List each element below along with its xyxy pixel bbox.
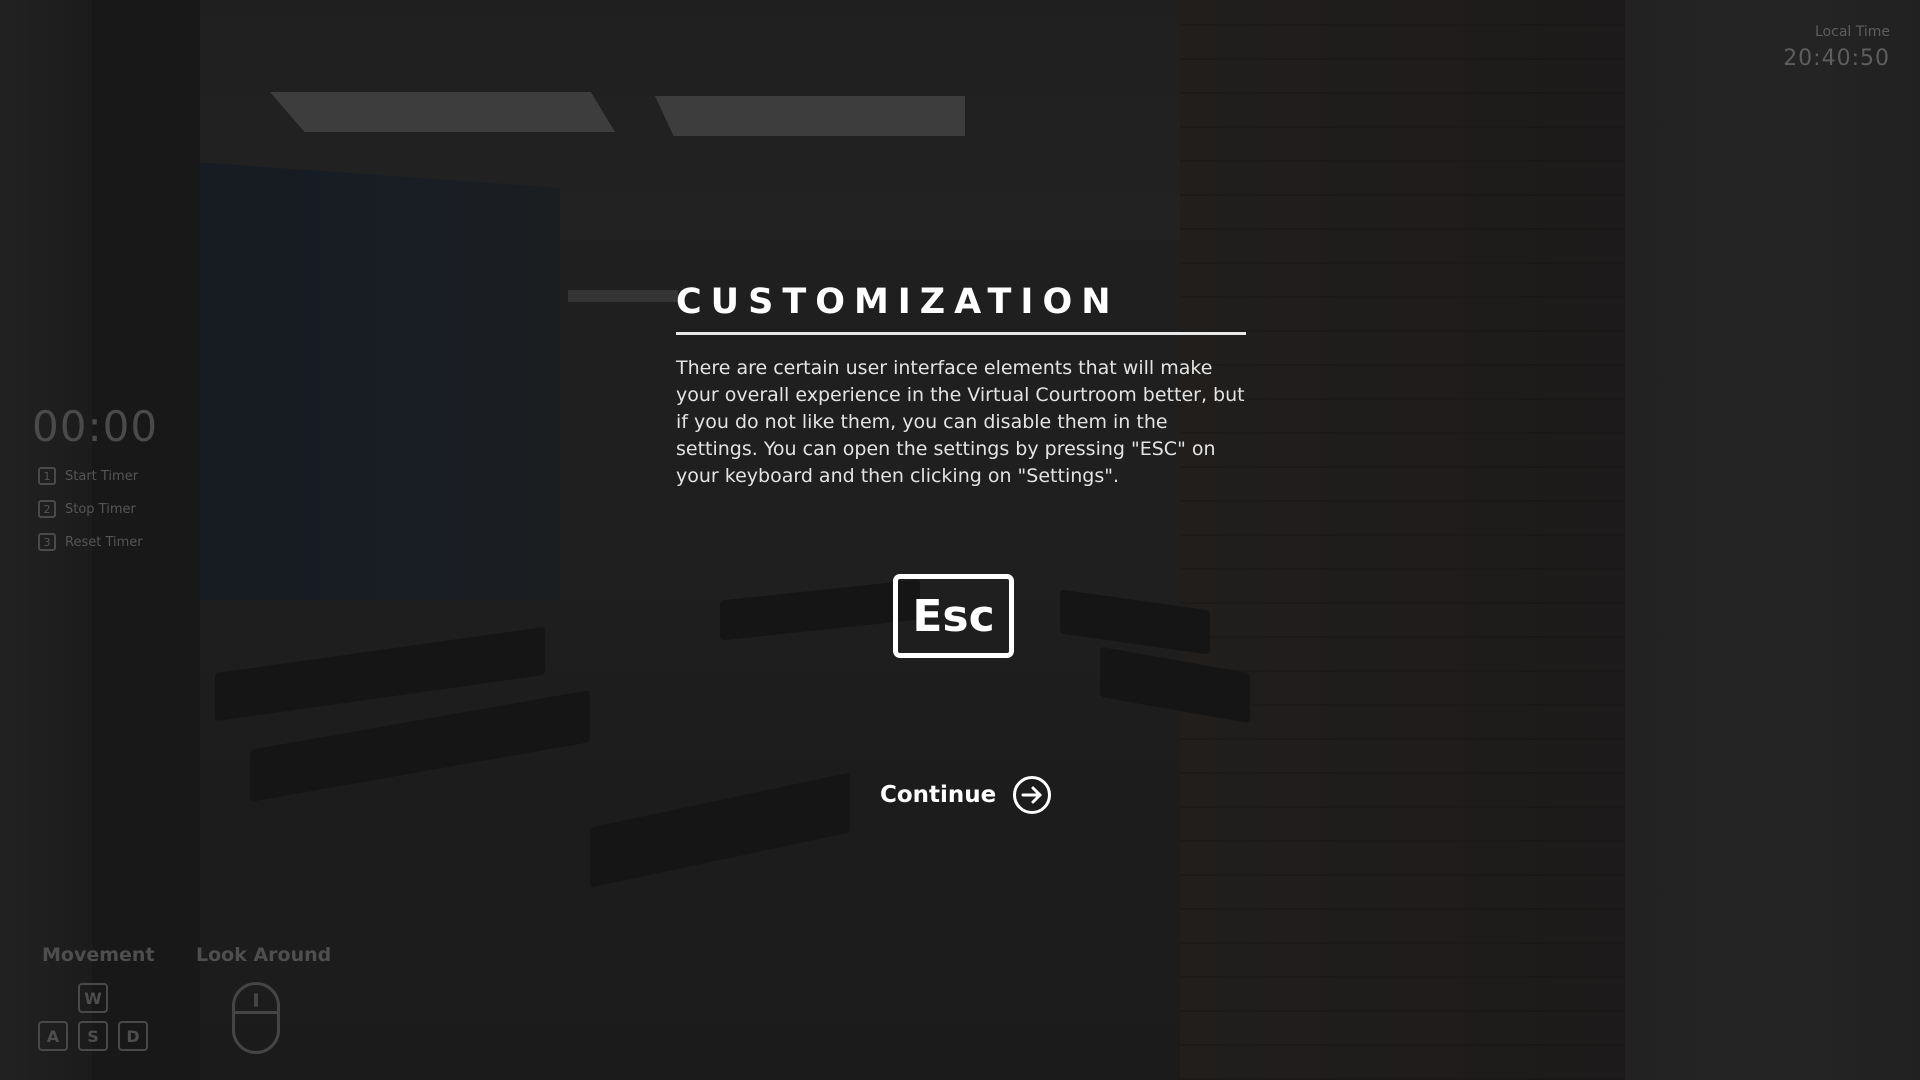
d-key-icon: D (118, 1021, 148, 1051)
timer-control-label: Reset Timer (65, 534, 143, 550)
arrow-right-circle-icon (1013, 776, 1052, 814)
title-divider (676, 332, 1246, 335)
mouse-icon (232, 982, 280, 1054)
customization-dialog: CUSTOMIZATION There are certain user int… (676, 282, 1246, 490)
continue-label: Continue (880, 782, 997, 808)
a-key-icon: A (38, 1021, 68, 1051)
look-around-label: Look Around (196, 944, 332, 966)
movement-label: Movement (42, 944, 155, 966)
key-3-icon: 3 (38, 533, 56, 551)
timer-control-label: Start Timer (65, 468, 139, 484)
dialog-title: CUSTOMIZATION (676, 282, 1120, 322)
dialog-body: There are certain user interface element… (676, 357, 1245, 487)
game-screen: Local Time 20:40:50 00:00 1 Start Timer … (0, 0, 1920, 1080)
timer-control-label: Stop Timer (65, 501, 136, 517)
timer-control-stop: 2 Stop Timer (38, 497, 143, 521)
key-2-icon: 2 (38, 500, 56, 518)
continue-button[interactable]: Continue (880, 774, 1052, 816)
w-key-icon: W (78, 983, 108, 1013)
local-time-value: 20:40:50 (1783, 46, 1890, 71)
timer-control-start: 1 Start Timer (38, 464, 143, 488)
local-time-label: Local Time (1815, 24, 1890, 40)
esc-key-icon: Esc (893, 574, 1014, 658)
timer-control-reset: 3 Reset Timer (38, 530, 143, 554)
key-1-icon: 1 (38, 467, 56, 485)
s-key-icon: S (78, 1021, 108, 1051)
timer-controls: 1 Start Timer 2 Stop Timer 3 Reset Timer (38, 464, 143, 563)
timer-display: 00:00 (32, 402, 159, 451)
courtroom-background (0, 0, 1920, 1080)
dim-overlay (0, 0, 1920, 1080)
